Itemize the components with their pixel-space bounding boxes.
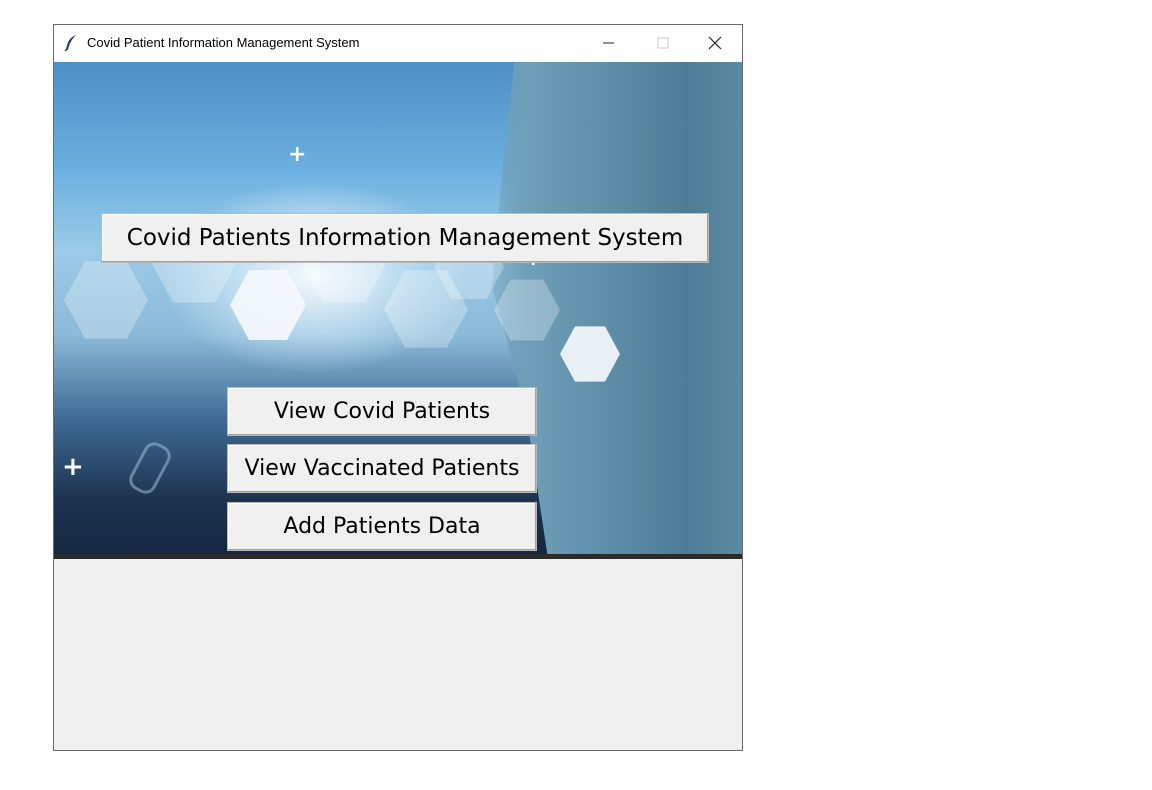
close-icon [708,36,722,50]
add-patients-data-button[interactable]: Add Patients Data [227,502,537,551]
plus-icon: + [62,452,84,482]
pill-icon [125,438,175,498]
app-heading-label: Covid Patients Information Management Sy… [101,213,709,263]
feather-icon [64,34,78,52]
close-button[interactable] [692,25,738,61]
hexagon-icon [64,261,148,339]
maximize-icon [657,37,669,49]
view-vaccinated-patients-button[interactable]: View Vaccinated Patients [227,444,537,493]
view-covid-patients-button[interactable]: View Covid Patients [227,387,537,436]
background-image: + + + Covid Patients Information Managem… [54,62,742,559]
maximize-button[interactable] [640,25,686,61]
plus-icon: + [288,142,307,167]
app-window: Covid Patient Information Management Sys… [53,24,743,751]
title-bar[interactable]: Covid Patient Information Management Sys… [54,25,742,62]
minimize-button[interactable] [586,25,632,61]
minimize-icon [603,42,614,44]
window-title: Covid Patient Information Management Sys… [87,35,360,50]
